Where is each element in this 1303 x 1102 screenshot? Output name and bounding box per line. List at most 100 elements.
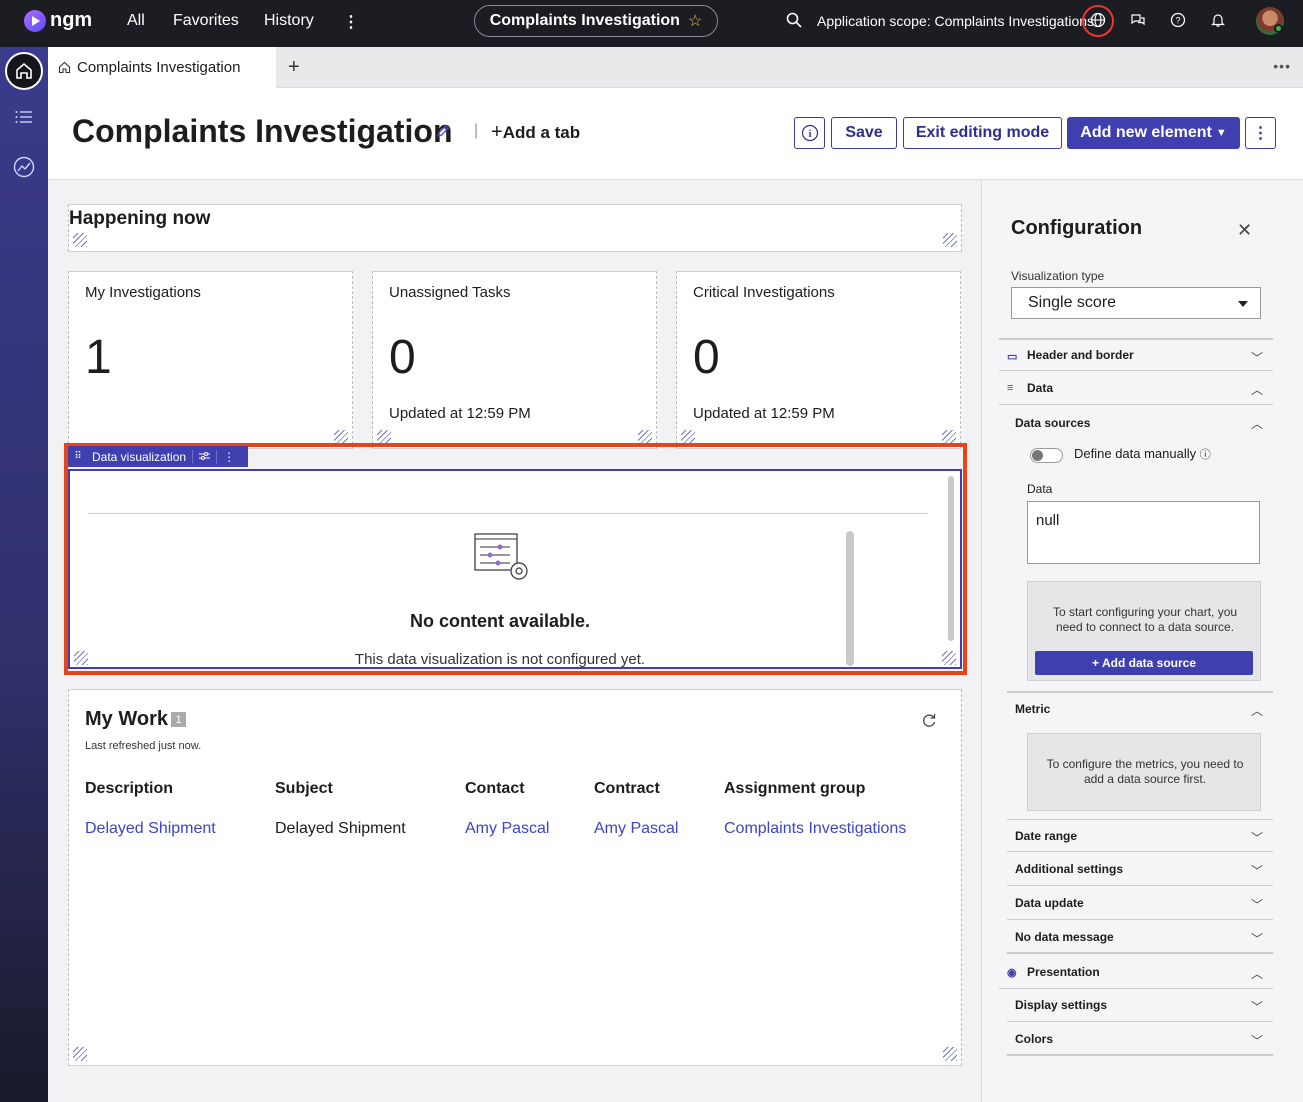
chevron-up-icon: ︿ <box>1250 967 1263 981</box>
score-card-unassigned-tasks[interactable]: Unassigned Tasks 0 Updated at 12:59 PM <box>372 271 657 449</box>
new-tab-icon[interactable]: + <box>288 56 300 79</box>
data-visualization-label: Data visualization <box>88 449 194 464</box>
resize-handle-icon[interactable] <box>638 430 652 444</box>
nav-history[interactable]: History <box>264 12 314 30</box>
description-link[interactable]: Delayed Shipment <box>85 820 216 838</box>
resize-handle-icon[interactable] <box>73 1047 87 1061</box>
resize-handle-icon[interactable] <box>942 651 956 665</box>
edit-title-icon[interactable] <box>435 123 451 144</box>
score-card-my-investigations[interactable]: My Investigations 1 <box>68 271 353 449</box>
assignment-group-link[interactable]: Complaints Investigations <box>724 820 906 838</box>
resize-handle-icon[interactable] <box>73 233 87 247</box>
exit-editing-button[interactable]: Exit editing mode <box>903 117 1062 149</box>
define-manually-toggle[interactable] <box>1030 448 1063 463</box>
score-updated: Updated at 12:59 PM <box>693 405 835 422</box>
visualization-type-select[interactable]: Single score <box>1011 287 1261 319</box>
application-scope[interactable]: Application scope: Complaints Investigat… <box>817 13 1094 29</box>
metric-info-box: To configure the metrics, you need to ad… <box>1027 733 1261 811</box>
analytics-icon[interactable] <box>13 156 35 183</box>
chevron-down-icon: ﹀ <box>1250 1034 1263 1048</box>
section-colors[interactable]: Colors ﹀ <box>1007 1023 1273 1056</box>
column-header[interactable]: Contract <box>594 780 660 798</box>
last-refreshed: Last refreshed just now. <box>85 740 202 752</box>
more-menu-icon[interactable]: ⋮ <box>343 12 359 32</box>
home-icon[interactable] <box>5 52 43 90</box>
data-field-label: Data <box>1027 482 1053 496</box>
save-button[interactable]: Save <box>831 117 897 149</box>
app-pill[interactable]: Complaints Investigation ☆ <box>474 5 718 37</box>
data-visualization-card[interactable]: No content available. This data visualiz… <box>68 469 962 669</box>
section-data[interactable]: ≡ Data ︿ <box>999 372 1273 405</box>
column-header[interactable]: Contact <box>465 780 525 798</box>
column-header[interactable]: Subject <box>275 780 333 798</box>
section-label: No data message <box>1015 929 1114 944</box>
help-icon[interactable]: ? <box>1170 12 1186 33</box>
section-data-sources[interactable]: Data sources ︿ <box>1007 406 1273 439</box>
logo-text: ngm <box>50 9 93 31</box>
data-visualization-handle[interactable]: ⠿ Data visualization ⋮ <box>68 446 248 467</box>
outer-scrollbar[interactable] <box>948 476 954 641</box>
page-title: Complaints Investigation <box>72 113 453 149</box>
score-value: 0 <box>389 331 416 384</box>
notifications-icon[interactable] <box>1210 12 1226 33</box>
data-textarea[interactable]: null <box>1027 501 1260 564</box>
info-button[interactable]: i <box>794 117 825 149</box>
list-icon[interactable] <box>15 109 33 130</box>
column-header[interactable]: Description <box>85 780 173 798</box>
nav-favorites[interactable]: Favorites <box>173 12 239 30</box>
tab-more-icon[interactable]: ••• <box>1273 58 1291 74</box>
resize-handle-icon[interactable] <box>943 233 957 247</box>
refresh-icon[interactable] <box>921 712 937 733</box>
section-header-and-border[interactable]: ▭ Header and border ﹀ <box>999 338 1273 371</box>
section-label: Metric <box>1015 701 1051 716</box>
tab-complaints-investigation[interactable]: Complaints Investigation <box>48 47 276 88</box>
score-card-critical-investigations[interactable]: Critical Investigations 0 Updated at 12:… <box>676 271 961 449</box>
add-new-element-button[interactable]: Add new element ▼ <box>1067 117 1240 149</box>
caret-down-icon: ▼ <box>1215 127 1227 139</box>
resize-handle-icon[interactable] <box>943 1047 957 1061</box>
resize-handle-icon[interactable] <box>334 430 348 444</box>
element-more-icon[interactable]: ⋮ <box>217 450 241 464</box>
section-date-range[interactable]: Date range ﹀ <box>1007 819 1273 852</box>
logo[interactable]: ngm <box>24 9 92 32</box>
section-metric[interactable]: Metric ︿ <box>1007 691 1273 724</box>
resize-handle-icon[interactable] <box>74 651 88 665</box>
happening-now-title: Happening now <box>69 208 211 229</box>
info-icon[interactable]: ⓘ <box>1200 449 1211 461</box>
score-updated: Updated at 12:59 PM <box>389 405 531 422</box>
nav-all[interactable]: All <box>127 12 145 30</box>
resize-handle-icon[interactable] <box>681 430 695 444</box>
section-no-data-message[interactable]: No data message ﹀ <box>1007 921 1273 954</box>
database-icon: ≡ <box>1007 382 1014 394</box>
resize-handle-icon[interactable] <box>942 430 956 444</box>
eye-icon: ◉ <box>1007 967 1017 979</box>
star-icon[interactable]: ☆ <box>688 11 702 31</box>
drag-handle-icon[interactable]: ⠿ <box>68 451 88 462</box>
globe-icon[interactable] <box>1090 12 1106 33</box>
section-display-settings[interactable]: Display settings ﹀ <box>1007 989 1273 1022</box>
inner-scrollbar[interactable] <box>846 531 854 666</box>
caret-down-icon <box>1238 301 1248 307</box>
contact-link[interactable]: Amy Pascal <box>465 820 549 838</box>
section-label: Presentation <box>1027 965 1100 979</box>
page-more-button[interactable]: ⋮ <box>1245 117 1276 149</box>
section-label: Data <box>1027 381 1054 395</box>
configuration-title: Configuration <box>1011 217 1143 239</box>
add-data-source-button[interactable]: + Add data source <box>1035 651 1253 675</box>
add-data-source-label: Add data source <box>1101 656 1197 670</box>
column-header[interactable]: Assignment group <box>724 780 865 798</box>
resize-handle-icon[interactable] <box>377 430 391 444</box>
close-icon[interactable]: ✕ <box>1237 220 1252 241</box>
section-data-update[interactable]: Data update ﹀ <box>1007 887 1273 920</box>
tab-label: Complaints Investigation <box>77 59 241 76</box>
page-header: Complaints Investigation | +Add a tab i … <box>48 88 1303 180</box>
settings-sliders-icon[interactable] <box>193 449 218 464</box>
happening-now-card[interactable]: Happening now <box>68 204 962 252</box>
section-presentation[interactable]: ◉ Presentation ︿ <box>999 956 1273 989</box>
chat-icon[interactable] <box>1130 12 1146 33</box>
section-label: Header and border <box>1027 348 1134 362</box>
add-tab-button[interactable]: +Add a tab <box>491 121 580 144</box>
section-additional-settings[interactable]: Additional settings ﹀ <box>1007 853 1273 886</box>
search-icon[interactable] <box>786 12 802 33</box>
contract-link[interactable]: Amy Pascal <box>594 820 678 838</box>
